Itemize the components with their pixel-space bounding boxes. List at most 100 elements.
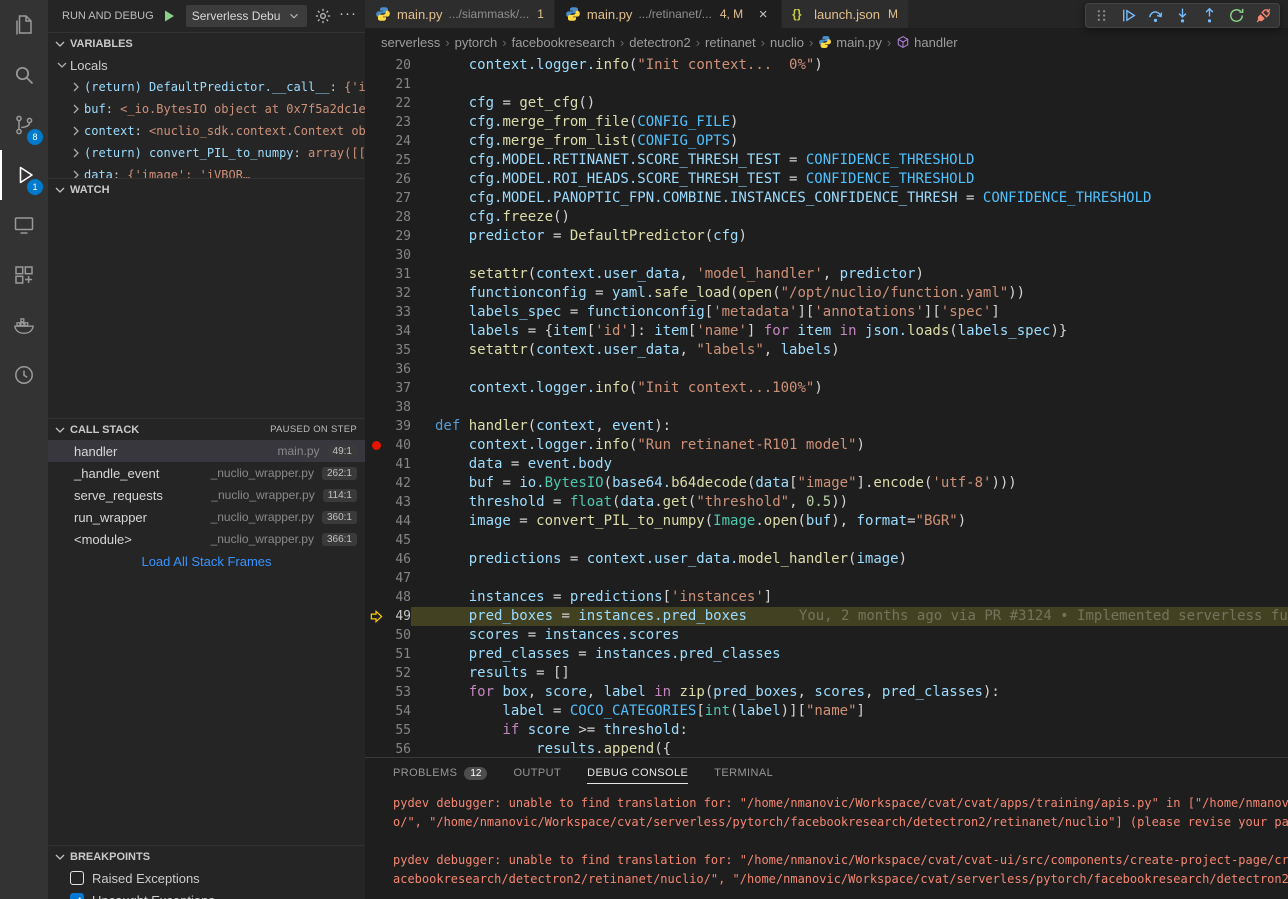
breakpoint-icon[interactable] <box>365 436 387 455</box>
breakpoint-option[interactable]: Raised Exceptions <box>48 867 365 889</box>
breakpoint-margin[interactable] <box>365 702 387 721</box>
breakpoint-margin[interactable] <box>365 588 387 607</box>
activity-item-docker[interactable] <box>0 300 48 350</box>
breakpoint-margin[interactable] <box>365 132 387 151</box>
breakpoint-margin[interactable] <box>365 341 387 360</box>
breakpoint-margin[interactable] <box>365 379 387 398</box>
code-line[interactable]: 33 labels_spec = functionconfig['metadat… <box>365 303 1288 322</box>
code-line[interactable]: 35 setattr(context.user_data, "labels", … <box>365 341 1288 360</box>
start-debugging-button[interactable] <box>161 7 179 25</box>
breakpoint-margin[interactable] <box>365 322 387 341</box>
code-line[interactable]: 25 cfg.MODEL.RETINANET.SCORE_THRESH_TEST… <box>365 151 1288 170</box>
callstack-frame[interactable]: serve_requests_nuclio_wrapper.py114:1 <box>48 484 365 506</box>
checkbox[interactable] <box>70 893 84 899</box>
debug-continue-button[interactable] <box>1116 5 1141 27</box>
code-line[interactable]: 50 scores = instances.scores <box>365 626 1288 645</box>
code-line[interactable]: 31 setattr(context.user_data, 'model_han… <box>365 265 1288 284</box>
breadcrumb-item[interactable]: detectron2 <box>629 35 690 50</box>
code-line[interactable]: 34 labels = {item['id']: item['name'] fo… <box>365 322 1288 341</box>
code-line[interactable]: 56 results.append({ <box>365 740 1288 757</box>
code-line[interactable]: 53 for box, score, label in zip(pred_box… <box>365 683 1288 702</box>
activity-item-search[interactable] <box>0 50 48 100</box>
variable-row[interactable]: (return) DefaultPredictor.__call__: {'in… <box>48 76 365 98</box>
variable-row[interactable]: data: {'image': 'iVBOR… <box>48 164 365 178</box>
breakpoint-margin[interactable] <box>365 170 387 189</box>
breakpoint-margin[interactable] <box>365 664 387 683</box>
breakpoint-margin[interactable] <box>365 531 387 550</box>
code-line[interactable]: 54 label = COCO_CATEGORIES[int(label)]["… <box>365 702 1288 721</box>
breakpoint-margin[interactable] <box>365 189 387 208</box>
variables-scope-locals[interactable]: Locals <box>48 54 365 76</box>
debug-restart-button[interactable] <box>1224 5 1249 27</box>
breadcrumb-item[interactable]: nuclio <box>770 35 804 50</box>
code-line[interactable]: 24 cfg.merge_from_list(CONFIG_OPTS) <box>365 132 1288 151</box>
editor-tab[interactable]: main.py.../siammask/...1 <box>365 0 554 28</box>
code-line[interactable]: 44 image = convert_PIL_to_numpy(Image.op… <box>365 512 1288 531</box>
activity-item-source-control[interactable]: 8 <box>0 100 48 150</box>
code-line[interactable]: 27 cfg.MODEL.PANOPTIC_FPN.COMBINE.INSTAN… <box>365 189 1288 208</box>
breadcrumb-item[interactable]: retinanet <box>705 35 756 50</box>
load-all-stack-frames-link[interactable]: Load All Stack Frames <box>48 550 365 574</box>
breakpoint-margin[interactable] <box>365 56 387 75</box>
execution-pointer-icon[interactable] <box>365 607 387 626</box>
variables-section-header[interactable]: VARIABLES <box>48 32 365 54</box>
callstack-section-header[interactable]: CALL STACK PAUSED ON STEP <box>48 418 365 440</box>
breakpoint-margin[interactable] <box>365 740 387 757</box>
code-line[interactable]: 52 results = [] <box>365 664 1288 683</box>
breadcrumb-item[interactable]: main.py <box>818 35 882 50</box>
breakpoint-option[interactable]: Uncaught Exceptions <box>48 889 365 899</box>
panel-tab-debug-console[interactable]: DEBUG CONSOLE <box>587 758 688 788</box>
breadcrumb-item[interactable]: handler <box>896 35 957 50</box>
debug-step-over-button[interactable] <box>1143 5 1168 27</box>
breadcrumb-item[interactable]: serverless <box>381 35 440 50</box>
breakpoint-margin[interactable] <box>365 75 387 94</box>
code-line[interactable]: 45 <box>365 531 1288 550</box>
panel-tab-output[interactable]: OUTPUT <box>513 758 561 788</box>
breakpoint-margin[interactable] <box>365 721 387 740</box>
breakpoint-margin[interactable] <box>365 417 387 436</box>
debug-disconnect-button[interactable] <box>1251 5 1276 27</box>
breakpoint-margin[interactable] <box>365 626 387 645</box>
breakpoint-margin[interactable] <box>365 683 387 702</box>
breakpoint-margin[interactable] <box>365 284 387 303</box>
breakpoint-margin[interactable] <box>365 151 387 170</box>
checkbox[interactable] <box>70 871 84 885</box>
activity-item-history[interactable] <box>0 350 48 400</box>
breadcrumb-item[interactable]: pytorch <box>455 35 498 50</box>
code-line[interactable]: 39def handler(context, event): <box>365 417 1288 436</box>
breakpoint-margin[interactable] <box>365 94 387 113</box>
breakpoint-margin[interactable] <box>365 265 387 284</box>
breakpoint-margin[interactable] <box>365 246 387 265</box>
debug-config-dropdown[interactable]: Serverless Debu <box>186 5 307 27</box>
breakpoint-margin[interactable] <box>365 512 387 531</box>
code-line[interactable]: 23 cfg.merge_from_file(CONFIG_FILE) <box>365 113 1288 132</box>
code-line[interactable]: 26 cfg.MODEL.ROI_HEADS.SCORE_THRESH_TEST… <box>365 170 1288 189</box>
breakpoint-margin[interactable] <box>365 569 387 588</box>
breakpoint-margin[interactable] <box>365 493 387 512</box>
debug-toolbar-drag-handle[interactable] <box>1089 5 1114 27</box>
debug-step-out-button[interactable] <box>1197 5 1222 27</box>
code-line[interactable]: 42 buf = io.BytesIO(base64.b64decode(dat… <box>365 474 1288 493</box>
code-line[interactable]: 21 <box>365 75 1288 94</box>
breakpoint-margin[interactable] <box>365 474 387 493</box>
code-line[interactable]: 32 functionconfig = yaml.safe_load(open(… <box>365 284 1288 303</box>
variable-row[interactable]: buf: <_io.BytesIO object at 0x7f5a2dc1ec… <box>48 98 365 120</box>
code-line[interactable]: 28 cfg.freeze() <box>365 208 1288 227</box>
breakpoint-margin[interactable] <box>365 360 387 379</box>
debug-step-into-button[interactable] <box>1170 5 1195 27</box>
more-actions-icon[interactable]: ··· <box>339 7 357 25</box>
callstack-frame[interactable]: _handle_event_nuclio_wrapper.py262:1 <box>48 462 365 484</box>
breakpoint-margin[interactable] <box>365 398 387 417</box>
callstack-frame[interactable]: <module>_nuclio_wrapper.py366:1 <box>48 528 365 550</box>
code-line[interactable]: 55 if score >= threshold: <box>365 721 1288 740</box>
code-line[interactable]: 36 <box>365 360 1288 379</box>
editor-tab[interactable]: main.py.../retinanet/...4, M× <box>555 0 781 28</box>
code-line[interactable]: 37 context.logger.info("Init context...1… <box>365 379 1288 398</box>
breadcrumb-item[interactable]: facebookresearch <box>512 35 615 50</box>
editor-tab[interactable]: {}launch.jsonM <box>782 0 908 28</box>
code-line[interactable]: 51 pred_classes = instances.pred_classes <box>365 645 1288 664</box>
panel-tab-problems[interactable]: PROBLEMS12 <box>393 758 487 788</box>
code-line[interactable]: 29 predictor = DefaultPredictor(cfg) <box>365 227 1288 246</box>
breakpoint-margin[interactable] <box>365 227 387 246</box>
activity-item-extensions[interactable] <box>0 250 48 300</box>
